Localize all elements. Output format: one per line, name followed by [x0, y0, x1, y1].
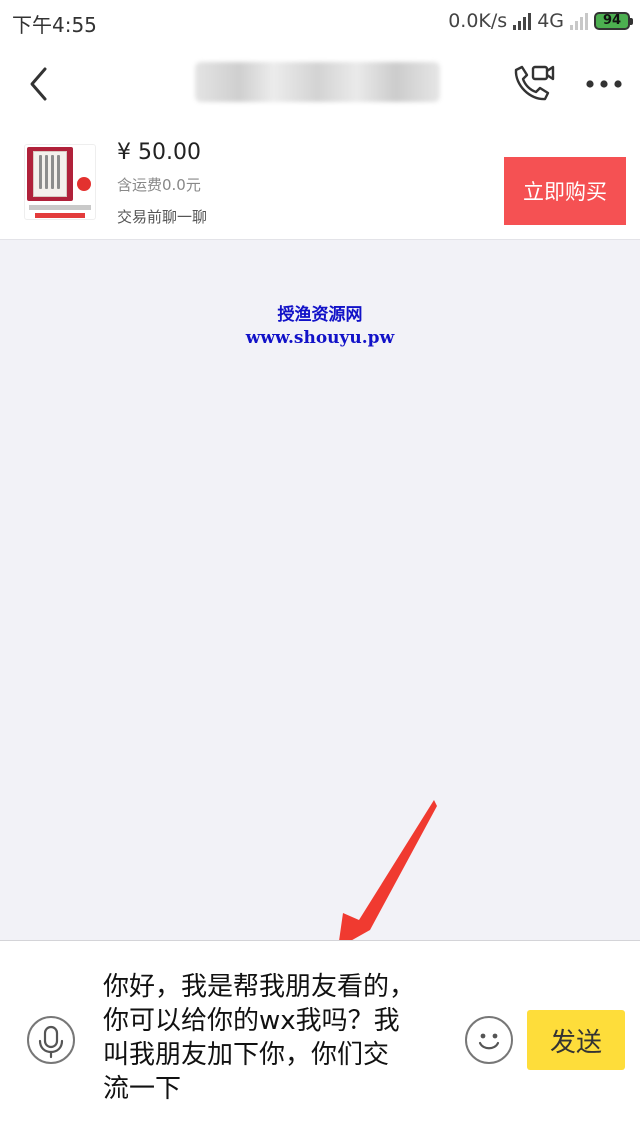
- product-shipping: 含运费0.0元: [117, 176, 201, 194]
- status-bar: 下午4:55 0.0K/s 4G 94: [0, 0, 640, 44]
- emoji-button[interactable]: [465, 1016, 513, 1064]
- battery-icon: 94: [594, 12, 633, 30]
- network-type: 4G: [537, 10, 564, 32]
- phone-video-icon: [514, 65, 555, 101]
- product-card: ¥ 50.00 含运费0.0元 交易前聊一聊 立即购买: [0, 124, 640, 240]
- thumbnail-brush: [57, 155, 60, 189]
- thumbnail-badge: [77, 177, 91, 191]
- microphone-icon: [38, 1025, 64, 1059]
- emoji-icon: [478, 1033, 500, 1050]
- send-button[interactable]: 发送: [527, 1010, 625, 1070]
- signal-strength-icon: [513, 12, 532, 30]
- thumbnail-brush: [39, 155, 42, 189]
- status-time: 下午4:55: [12, 13, 97, 37]
- product-price: ¥ 50.00: [117, 140, 201, 165]
- message-input[interactable]: 你好，我是帮我朋友看的， 你可以给你的wx我吗？我 叫我朋友加下你，你们交 流一…: [103, 970, 445, 1112]
- more-dots-icon: [586, 80, 622, 88]
- input-bar: 你好，我是帮我朋友看的， 你可以给你的wx我吗？我 叫我朋友加下你，你们交 流一…: [0, 940, 640, 1138]
- conversation-title: ██████████: [195, 62, 440, 102]
- more-options-button[interactable]: [580, 64, 630, 104]
- status-indicators: 0.0K/s 4G 94: [448, 8, 633, 34]
- chevron-left-icon: [30, 67, 47, 101]
- watermark-url: www.shouyu.pw: [245, 328, 395, 348]
- nav-bar: ██████████: [0, 44, 640, 124]
- network-speed: 0.0K/s: [448, 10, 508, 32]
- back-button[interactable]: [18, 58, 66, 110]
- watermark-title: 授渔资源网: [277, 305, 363, 325]
- thumbnail-caption: [29, 205, 91, 210]
- thumbnail-brush: [45, 155, 48, 189]
- thumbnail-promo-bar: [35, 213, 85, 218]
- buy-now-button[interactable]: 立即购买: [504, 157, 626, 225]
- voice-input-button[interactable]: [27, 1016, 75, 1064]
- call-button[interactable]: [508, 60, 558, 108]
- product-thumbnail[interactable]: [24, 144, 96, 220]
- thumbnail-brush: [51, 155, 54, 189]
- product-chat-hint: 交易前聊一聊: [117, 208, 208, 226]
- signal-strength-secondary-icon: [570, 12, 588, 30]
- watermark: 授渔资源网 www.shouyu.pw: [0, 303, 640, 349]
